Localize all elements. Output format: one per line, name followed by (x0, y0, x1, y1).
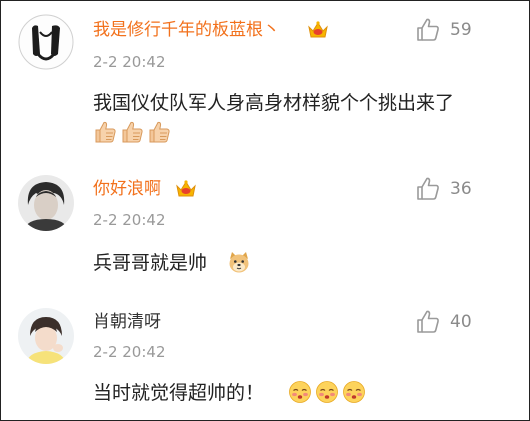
thumbs-up-emoji (147, 120, 171, 144)
comment-item: 我是修行千年的板蓝根丶 2-2 20:42 59 我国仪仗队军人身高身材样貌个个… (1, 1, 529, 159)
comment-item: 你好浪啊 2-2 20:42 36 兵哥哥就是帅 (1, 159, 529, 298)
like-button[interactable]: 40 (416, 309, 516, 335)
avatar[interactable] (18, 14, 74, 70)
comment-text: 兵哥哥就是帅 (93, 252, 208, 274)
emoji-group (288, 380, 369, 404)
username[interactable]: 肖朝清呀 (93, 311, 161, 333)
emoji-group (227, 250, 254, 274)
thumbs-up-outline-icon (416, 17, 440, 42)
emoji-group (93, 120, 174, 144)
avatar[interactable] (18, 308, 74, 364)
comment-time: 2-2 20:42 (93, 343, 166, 361)
thumbs-up-emoji (120, 120, 144, 144)
comment-text: 我国仪仗队军人身高身材样貌个个挑出来了 (93, 92, 455, 114)
crown-vip-icon (175, 179, 197, 199)
like-count: 40 (450, 312, 472, 332)
thumbs-up-emoji (93, 120, 117, 144)
comment-time: 2-2 20:42 (93, 211, 166, 229)
username[interactable]: 你好浪啊 (93, 178, 161, 200)
like-count: 59 (450, 20, 472, 40)
like-count: 36 (450, 179, 472, 199)
shy-face-emoji (288, 380, 312, 404)
comment-item: 肖朝清呀 2-2 20:42 40 当时就觉得超帅的！ (1, 298, 529, 420)
thumbs-up-outline-icon (416, 309, 440, 334)
doge-emoji (227, 250, 251, 274)
shy-face-emoji (342, 380, 366, 404)
avatar[interactable] (18, 175, 74, 231)
username[interactable]: 我是修行千年的板蓝根丶 (93, 19, 280, 41)
shy-face-emoji (315, 380, 339, 404)
like-button[interactable]: 36 (416, 176, 516, 202)
comment-list: 我是修行千年的板蓝根丶 2-2 20:42 59 我国仪仗队军人身高身材样貌个个… (0, 0, 530, 421)
comment-time: 2-2 20:42 (93, 53, 166, 71)
like-button[interactable]: 59 (416, 17, 516, 43)
crown-vip-icon (307, 20, 329, 40)
thumbs-up-outline-icon (416, 176, 440, 201)
